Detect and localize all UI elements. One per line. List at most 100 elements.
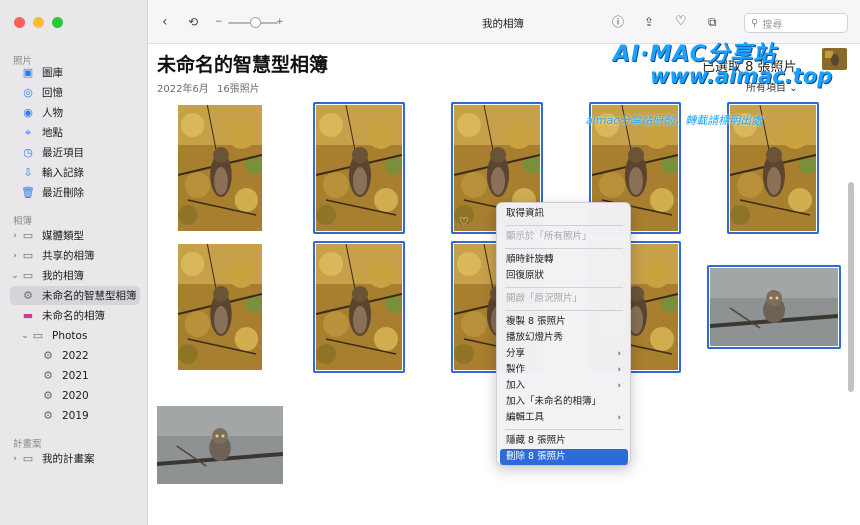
window-controls: [14, 17, 63, 28]
rotate-icon[interactable]: ⟲: [188, 13, 198, 31]
sidebar-item-shared-albums[interactable]: › ▭ 共享的相簿: [10, 246, 140, 265]
sidebar-item-label: 人物: [42, 107, 63, 119]
sidebar-item-label: 圖庫: [42, 67, 63, 79]
menu-separator: [505, 225, 623, 226]
sidebar-item-label: 2021: [62, 369, 89, 382]
chevron-right-icon[interactable]: ›: [10, 454, 20, 464]
menu-separator: [505, 287, 623, 288]
places-icon: ⌖: [24, 125, 32, 139]
menu-separator: [505, 429, 623, 430]
menu-item-edit-with[interactable]: 編輯工具 ›: [500, 410, 628, 426]
photo-thumbnail-owl[interactable]: [178, 244, 262, 370]
sidebar-item-my-projects[interactable]: › ▭ 我的計畫案: [10, 449, 140, 468]
sidebar-item-recents[interactable]: ◷ 最近項目: [10, 143, 140, 162]
menu-item-hide[interactable]: 隱藏 8 張照片: [500, 433, 628, 449]
sidebar-item-memories[interactable]: ◎ 回憶: [10, 83, 140, 102]
zoom-in-icon[interactable]: +: [276, 17, 284, 27]
menu-item-add-to[interactable]: 加入 ›: [500, 378, 628, 394]
section-label-projects: 計畫案: [13, 439, 42, 450]
sidebar-item-imports[interactable]: ⇩ 輸入記錄: [10, 163, 140, 182]
back-icon[interactable]: ‹: [162, 13, 168, 31]
sidebar-item-label: 最近項目: [42, 147, 84, 159]
watermark-url: www.aimac.top: [650, 64, 833, 88]
sidebar-item-label: 2019: [62, 409, 89, 422]
menu-item-rotate-clockwise[interactable]: 順時針旋轉: [500, 252, 628, 268]
sidebar-item-label: 輸入記錄: [42, 167, 84, 179]
minimize-window-button[interactable]: [33, 17, 44, 28]
memories-icon: ◎: [23, 86, 33, 99]
sidebar-item-label: 最近刪除: [42, 187, 84, 199]
photo-thumbnail-owl[interactable]: [178, 105, 262, 231]
chevron-down-icon[interactable]: ⌄: [20, 331, 30, 341]
search-field[interactable]: ⚲ 搜尋: [744, 13, 848, 33]
rotate-crop-icon[interactable]: ⧉: [708, 13, 717, 31]
sidebar-item-label: 未命名的相簿: [42, 310, 105, 322]
folder-icon: ▭: [22, 229, 34, 242]
menu-item-delete[interactable]: 刪除 8 張照片: [500, 449, 628, 465]
zoom-slider-knob[interactable]: [250, 17, 261, 28]
menu-item-get-info[interactable]: 取得資訊: [500, 206, 628, 222]
zoom-out-icon[interactable]: −: [215, 17, 223, 27]
context-menu: 取得資訊 顯示於「所有照片」 順時針旋轉 回復原狀 開啟「原況照片」 複製 8 …: [496, 202, 631, 466]
smart-album-icon: ⚙︎: [43, 369, 53, 382]
menu-item-create[interactable]: 製作 ›: [500, 362, 628, 378]
menu-item-open-live-photo[interactable]: 開啟「原況照片」: [500, 291, 628, 307]
sidebar-item-label: 我的相簿: [42, 270, 84, 282]
chevron-right-icon[interactable]: ›: [10, 251, 20, 261]
sidebar-item-media-types[interactable]: › ▭ 媒體類型: [10, 226, 140, 245]
chevron-down-icon[interactable]: ⌄: [10, 271, 20, 281]
sidebar-item-label: 地點: [42, 127, 63, 139]
info-icon[interactable]: ⓘ: [612, 13, 624, 31]
sidebar-item-label: 我的計畫案: [42, 453, 95, 465]
chevron-right-icon: ›: [617, 381, 621, 391]
close-window-button[interactable]: [14, 17, 25, 28]
sidebar-item-2019[interactable]: ⚙︎ 2019: [10, 406, 140, 425]
sidebar-item-label: 2022: [62, 349, 89, 362]
menu-item-share[interactable]: 分享 ›: [500, 346, 628, 362]
sidebar-item-label: 回憶: [42, 87, 63, 99]
sidebar-item-library[interactable]: ▣ 圖庫: [10, 63, 140, 82]
scrollbar[interactable]: [848, 182, 854, 392]
share-icon[interactable]: ⇪: [644, 13, 654, 31]
sidebar-item-label: 共享的相簿: [42, 250, 95, 262]
smart-album-icon: ⚙︎: [43, 349, 53, 362]
sidebar-item-2020[interactable]: ⚙︎ 2020: [10, 386, 140, 405]
sidebar: 照片 ▣ 圖庫 ◎ 回憶 ◉ 人物 ⌖ 地點 ◷ 最近項目 ⇩ 輸入記錄 🗑︎ …: [0, 0, 148, 525]
sidebar-item-label: 未命名的智慧型相簿: [42, 290, 137, 302]
imports-icon: ⇩: [23, 166, 33, 179]
search-placeholder: 搜尋: [762, 19, 783, 31]
window-title: 我的相簿: [482, 18, 524, 30]
sidebar-item-label: Photos: [52, 329, 88, 342]
menu-item-revert-to-original[interactable]: 回復原狀: [500, 268, 628, 284]
menu-item-show-in-all-photos[interactable]: 顯示於「所有照片」: [500, 229, 628, 245]
zoom-window-button[interactable]: [52, 17, 63, 28]
folder-icon: ▭: [32, 329, 44, 342]
sidebar-item-smart-album[interactable]: ⚙︎ 未命名的智慧型相簿: [10, 286, 140, 305]
smart-album-icon: ⚙︎: [23, 289, 33, 302]
menu-item-slideshow[interactable]: 播放幻燈片秀: [500, 330, 628, 346]
menu-item-duplicate[interactable]: 複製 8 張照片: [500, 314, 628, 330]
heart-icon[interactable]: ♡: [675, 13, 687, 31]
favorite-heart-icon[interactable]: ♡: [459, 215, 469, 228]
chevron-right-icon: ›: [617, 349, 621, 359]
chevron-right-icon: ›: [617, 365, 621, 375]
section-label-albums: 相簿: [13, 216, 33, 227]
sidebar-item-untitled-album[interactable]: ▬ 未命名的相簿: [10, 306, 140, 325]
folder-icon: ▭: [22, 269, 34, 282]
people-icon: ◉: [23, 106, 33, 119]
menu-separator: [505, 248, 623, 249]
sidebar-item-people[interactable]: ◉ 人物: [10, 103, 140, 122]
sidebar-item-photos-folder[interactable]: ⌄ ▭ Photos: [10, 326, 140, 345]
menu-item-add-to-untitled-album[interactable]: 加入「未命名的相簿」: [500, 394, 628, 410]
selection-frame: [707, 265, 841, 349]
sidebar-item-recently-deleted[interactable]: 🗑︎ 最近刪除: [10, 183, 140, 202]
selection-frame: [313, 102, 405, 234]
sidebar-item-my-albums[interactable]: ⌄ ▭ 我的相簿: [10, 266, 140, 285]
search-icon: ⚲: [751, 17, 759, 29]
sidebar-item-2021[interactable]: ⚙︎ 2021: [10, 366, 140, 385]
photo-thumbnail-owlet[interactable]: [157, 406, 283, 484]
sidebar-item-2022[interactable]: ⚙︎ 2022: [10, 346, 140, 365]
shared-album-icon: ▭: [22, 249, 34, 262]
sidebar-item-places[interactable]: ⌖ 地點: [10, 123, 140, 142]
chevron-right-icon[interactable]: ›: [10, 231, 20, 241]
